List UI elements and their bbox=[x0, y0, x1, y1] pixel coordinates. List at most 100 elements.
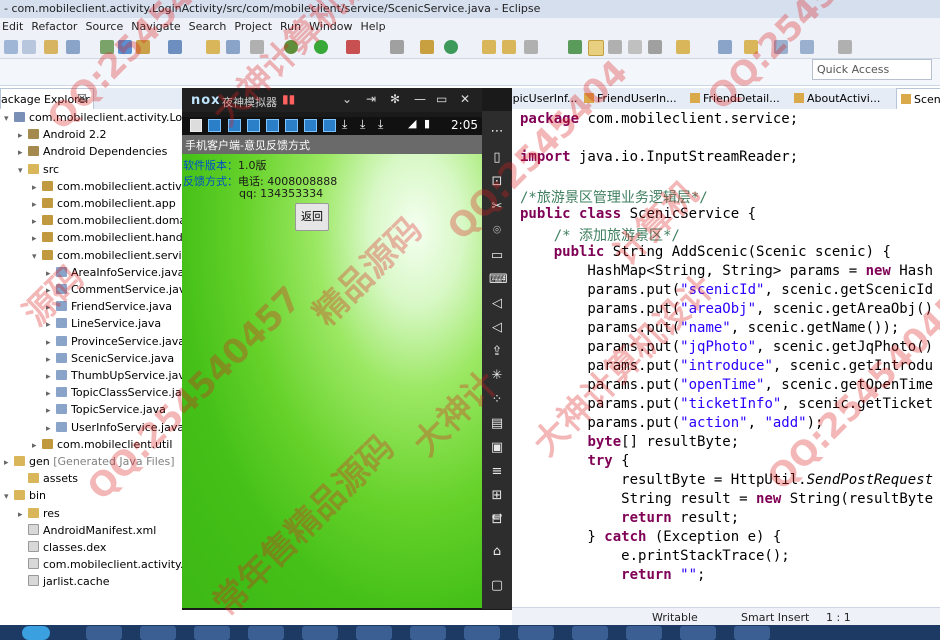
close-window-icon[interactable]: ✕ bbox=[460, 92, 470, 106]
expand-right-icon[interactable]: ▸ bbox=[32, 200, 42, 210]
recent-apps-icon[interactable]: ▢ bbox=[489, 579, 505, 593]
tree-item[interactable]: ▸ com.mobileclient.util bbox=[32, 438, 172, 455]
close-icon[interactable]: ☒ bbox=[77, 92, 87, 105]
tree-item[interactable]: ▸ com.mobileclient.app bbox=[32, 197, 176, 214]
tree-item[interactable]: ▸ CommentService.java bbox=[46, 283, 192, 300]
screen-icon[interactable]: ▭ bbox=[489, 249, 505, 263]
phone-icon[interactable]: ▯ bbox=[489, 151, 505, 165]
expand-right-icon[interactable]: ▸ bbox=[46, 303, 56, 313]
pin-window-icon[interactable]: ⇥ bbox=[366, 92, 376, 106]
menu-source[interactable]: Source bbox=[83, 18, 129, 33]
location-icon[interactable]: ⌾ bbox=[489, 224, 505, 238]
tab-friend-user-info[interactable]: FriendUserIn... bbox=[580, 88, 677, 108]
tree-item[interactable]: ▸ res bbox=[18, 507, 60, 524]
expand-right-icon[interactable]: ▸ bbox=[46, 389, 56, 399]
new-java-icon[interactable] bbox=[444, 40, 458, 54]
macro-icon[interactable]: ▤ bbox=[489, 417, 505, 431]
expand-down-icon[interactable]: ▾ bbox=[18, 166, 28, 176]
multi-window-icon[interactable]: ⊞ bbox=[489, 489, 505, 503]
taskbar-app-icon[interactable] bbox=[194, 626, 230, 640]
tree-item[interactable]: ▸ Android Dependencies bbox=[18, 145, 167, 162]
taskbar-app-icon[interactable] bbox=[626, 626, 662, 640]
volume-down-icon[interactable]: ◁ bbox=[489, 321, 505, 335]
annotation-icon[interactable] bbox=[676, 40, 690, 54]
block-select-icon[interactable] bbox=[628, 40, 642, 54]
taskbar-app-icon[interactable] bbox=[86, 626, 122, 640]
taskbar-app-icon[interactable] bbox=[356, 626, 392, 640]
start-button-icon[interactable] bbox=[22, 626, 50, 640]
expand-right-icon[interactable]: ▸ bbox=[4, 458, 14, 468]
list-icon[interactable]: ≡ bbox=[489, 465, 505, 479]
tab-package-explorer[interactable]: ackage Explorer ☒ bbox=[0, 88, 94, 109]
tree-item[interactable]: ▸ com.mobileclient.activity bbox=[32, 180, 196, 197]
taskbar-app-icon[interactable] bbox=[248, 626, 284, 640]
open-type-icon[interactable] bbox=[66, 40, 80, 54]
menu-refactor[interactable]: Refactor bbox=[29, 18, 83, 33]
expand-right-icon[interactable]: ▸ bbox=[46, 286, 56, 296]
loading-icon[interactable]: ✳ bbox=[489, 369, 505, 383]
expand-right-icon[interactable]: ▸ bbox=[32, 441, 42, 451]
tree-item[interactable]: ▾ src bbox=[18, 163, 59, 180]
tree-item[interactable]: com.mobileclient.activity.Lo bbox=[18, 558, 196, 575]
print-icon[interactable] bbox=[22, 40, 36, 54]
tab-about-activity[interactable]: AboutActivi... bbox=[790, 88, 886, 108]
menu-help[interactable]: Help bbox=[359, 18, 392, 33]
highlight-icon[interactable] bbox=[588, 40, 604, 56]
open-project-icon[interactable] bbox=[482, 40, 496, 54]
import-icon[interactable]: ⇪ bbox=[489, 345, 505, 359]
download-icon[interactable] bbox=[118, 40, 132, 54]
tree-item[interactable]: ▸ com.mobileclient.domain bbox=[32, 214, 196, 231]
record-indicator-icon[interactable]: ▮▮ bbox=[282, 92, 295, 106]
tree-item[interactable]: ▸ gen [Generated Java Files] bbox=[4, 455, 175, 472]
keyboard-icon[interactable]: ⌨ bbox=[489, 273, 508, 287]
expand-right-icon[interactable]: ▸ bbox=[46, 320, 56, 330]
expand-right-icon[interactable]: ▸ bbox=[18, 510, 28, 520]
home-nav-icon[interactable]: ⌂ bbox=[489, 545, 505, 559]
terminal-icon[interactable] bbox=[226, 40, 240, 54]
expand-right-icon[interactable]: ▸ bbox=[18, 131, 28, 141]
expand-right-icon[interactable]: ▸ bbox=[32, 217, 42, 227]
tree-item[interactable]: ▾ bin bbox=[4, 489, 46, 506]
taskbar-app-icon[interactable] bbox=[680, 626, 716, 640]
expand-down-icon[interactable]: ▾ bbox=[4, 114, 14, 124]
tree-item[interactable]: classes.dex bbox=[18, 541, 106, 558]
tree-item[interactable]: ▸ LineService.java bbox=[46, 317, 161, 334]
tab-scenic-service[interactable]: Sceni bbox=[896, 88, 940, 109]
tree-item[interactable]: ▸ ProvinceService.java bbox=[46, 335, 185, 352]
tree-item[interactable]: jarlist.cache bbox=[18, 575, 110, 592]
expand-right-icon[interactable]: ▸ bbox=[46, 355, 56, 365]
new-icon[interactable] bbox=[44, 40, 58, 54]
tree-item[interactable]: ▸ com.mobileclient.handler bbox=[32, 231, 197, 248]
external-tools-icon[interactable] bbox=[346, 40, 360, 54]
tree-item[interactable]: AndroidManifest.xml bbox=[18, 523, 156, 541]
tree-item[interactable]: ▸ AreaInfoService.java bbox=[46, 266, 184, 283]
taskbar-app-icon[interactable] bbox=[410, 626, 446, 640]
minimize-icon[interactable]: — bbox=[414, 92, 426, 106]
chevron-down-icon[interactable]: ⌄ bbox=[342, 92, 352, 106]
open-folder-icon[interactable] bbox=[206, 40, 220, 54]
taskbar-app-icon[interactable] bbox=[518, 626, 554, 640]
perspective-icon[interactable] bbox=[838, 40, 852, 54]
back-button[interactable]: 返回 bbox=[295, 203, 329, 231]
pin-icon[interactable] bbox=[568, 40, 582, 54]
settings-gear-icon[interactable]: ✻ bbox=[390, 92, 400, 106]
menu-window[interactable]: Window bbox=[307, 18, 358, 33]
search-icon[interactable] bbox=[390, 40, 404, 54]
taskbar-app-icon[interactable] bbox=[140, 626, 176, 640]
back-nav-icon[interactable]: ↩ bbox=[489, 511, 505, 525]
taskbar-app-icon[interactable] bbox=[572, 626, 608, 640]
quick-access-input[interactable]: Quick Access bbox=[812, 59, 932, 80]
run-icon[interactable] bbox=[314, 40, 328, 54]
taskbar-app-icon[interactable] bbox=[302, 626, 338, 640]
save-icon[interactable] bbox=[4, 40, 18, 54]
expand-right-icon[interactable]: ▸ bbox=[46, 372, 56, 382]
tree-item[interactable]: ▸ ThumbUpService.java bbox=[46, 369, 192, 386]
scissors-icon[interactable]: ✂ bbox=[489, 200, 505, 214]
tree-item[interactable]: ▾ com.mobileclient.service bbox=[32, 249, 194, 266]
expand-right-icon[interactable]: ▸ bbox=[32, 183, 42, 193]
checkbox-icon[interactable] bbox=[168, 40, 182, 54]
sdk-manager-icon[interactable] bbox=[136, 40, 150, 54]
build-icon[interactable] bbox=[100, 40, 114, 54]
taskbar-app-icon[interactable] bbox=[464, 626, 500, 640]
folder-icon[interactable] bbox=[502, 40, 516, 54]
